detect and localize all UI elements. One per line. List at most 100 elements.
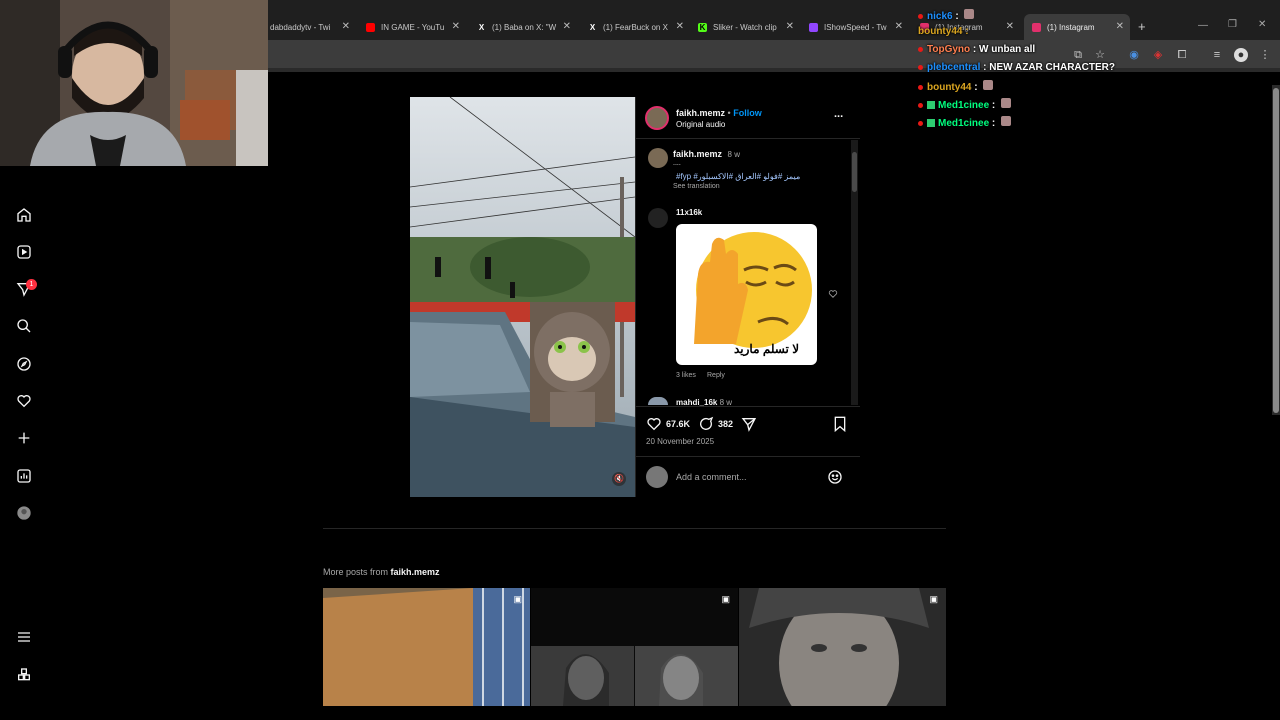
- window-close-icon[interactable]: ✕: [1258, 19, 1266, 30]
- chat-message: Med1cinee :: [918, 116, 1012, 129]
- extension-icon[interactable]: ◈: [1151, 48, 1165, 62]
- subscriber-badge-icon: [927, 119, 935, 128]
- panel-divider: [635, 456, 860, 457]
- browser-menu-icon[interactable]: ⋮: [1258, 48, 1272, 62]
- explore-icon[interactable]: [16, 356, 32, 372]
- profile-icon[interactable]: ●: [1234, 48, 1248, 62]
- more-posts-author[interactable]: faikh.memz: [391, 567, 440, 577]
- emoji-picker-icon[interactable]: [827, 469, 843, 485]
- comment-bubble-icon[interactable]: [698, 416, 714, 432]
- panel-divider: [635, 138, 860, 139]
- tab-close-icon[interactable]: ✕: [786, 21, 794, 32]
- tab-close-icon[interactable]: ✕: [1116, 21, 1124, 32]
- comment-reply-button[interactable]: Reply: [707, 372, 725, 379]
- more-options-icon[interactable]: ...: [834, 108, 843, 120]
- sticker-caption: لا تسلم ماريد: [734, 342, 800, 356]
- post-header: faikh.memz • Follow: [676, 108, 762, 118]
- post-date[interactable]: 20 November 2025: [646, 437, 714, 446]
- comment-author[interactable]: 11x16k: [676, 208, 702, 217]
- comments-scrollbar-thumb[interactable]: [852, 152, 857, 192]
- extensions-puzzle-icon[interactable]: ⧠: [1175, 48, 1189, 62]
- browser-tab[interactable]: dabdaddytv - Twi ✕: [270, 17, 350, 37]
- subscriber-badge-icon: [927, 101, 935, 110]
- browser-tab[interactable]: K Sliker - Watch clip ✕: [698, 17, 794, 37]
- extension-icon[interactable]: ◉: [1127, 48, 1141, 62]
- notification-badge: 1: [26, 279, 37, 290]
- browser-tab-active[interactable]: (1) Instagram ✕: [1024, 14, 1130, 40]
- comment-avatar[interactable]: [648, 397, 668, 405]
- youtube-icon: [366, 22, 375, 32]
- tab-close-icon[interactable]: ✕: [895, 21, 903, 32]
- author-username[interactable]: faikh.memz: [676, 108, 725, 118]
- tab-close-icon[interactable]: ✕: [676, 21, 684, 32]
- browser-tab[interactable]: X (1) Baba on X: "W ✕: [477, 17, 571, 37]
- caption-text: ....: [673, 160, 681, 167]
- home-icon[interactable]: [16, 207, 32, 223]
- create-plus-icon[interactable]: [16, 430, 32, 446]
- chat-username: Med1cinee: [938, 118, 990, 129]
- maximize-icon[interactable]: ❐: [1228, 19, 1237, 30]
- comment-author[interactable]: mahdi_16k: [676, 398, 717, 406]
- cast-icon[interactable]: ⧉: [1071, 48, 1085, 62]
- chat-username: Med1cinee: [938, 100, 990, 111]
- chat-badge-icon: [918, 84, 923, 90]
- more-post-thumbnail[interactable]: ▣: [531, 588, 738, 706]
- toolbar-divider: [268, 68, 1280, 72]
- thumbnail-image: [323, 588, 530, 706]
- save-bookmark-icon[interactable]: [833, 416, 847, 433]
- chat-message-overlapped: bounty44 :: [918, 26, 969, 37]
- emote-icon: [1001, 98, 1012, 108]
- share-send-icon[interactable]: [741, 416, 757, 432]
- add-comment-input[interactable]: Add a comment...: [676, 472, 747, 482]
- section-divider: [323, 528, 946, 529]
- browser-tab[interactable]: IN GAME - YouTu ✕: [366, 17, 460, 37]
- minimize-icon[interactable]: —: [1198, 20, 1208, 31]
- comment-avatar[interactable]: [648, 208, 668, 228]
- tab-label: (1) Instagram: [1047, 22, 1095, 32]
- comment-like-icon[interactable]: [828, 286, 838, 298]
- more-post-thumbnail[interactable]: ▣: [739, 588, 946, 706]
- likes-count[interactable]: 67.6K: [666, 419, 690, 429]
- emote-icon: [964, 9, 975, 19]
- caption-avatar[interactable]: [648, 148, 668, 168]
- author-avatar[interactable]: [645, 106, 669, 130]
- search-icon[interactable]: [16, 318, 32, 334]
- dashboard-icon[interactable]: [16, 468, 32, 484]
- caption-hashtags[interactable]: #fyp #ميمز #فولو #العراق #الاكسبلور: [676, 172, 800, 181]
- reels-icon[interactable]: [16, 244, 32, 260]
- original-audio-link[interactable]: Original audio: [676, 120, 725, 129]
- chat-message: nick6 :: [918, 9, 975, 22]
- profile-avatar[interactable]: [16, 505, 32, 521]
- new-tab-button[interactable]: +: [1138, 19, 1146, 34]
- more-posts-prefix: More posts from: [323, 567, 391, 577]
- chat-username: plebcentral: [927, 62, 981, 73]
- notifications-heart-icon[interactable]: [16, 393, 32, 409]
- see-translation-link[interactable]: See translation: [673, 183, 720, 190]
- tab-close-icon[interactable]: ✕: [452, 21, 460, 32]
- caption-age: 8 w: [727, 150, 740, 159]
- follow-button[interactable]: Follow: [733, 108, 762, 118]
- bookmark-star-icon[interactable]: ☆: [1093, 48, 1107, 62]
- caption-author[interactable]: faikh.memz: [673, 149, 722, 159]
- x-icon: X: [589, 22, 596, 32]
- tab-close-icon[interactable]: ✕: [342, 21, 350, 32]
- more-post-thumbnail[interactable]: ▣: [323, 588, 530, 706]
- reel-icon: ▣: [513, 594, 522, 604]
- tab-close-icon[interactable]: ✕: [563, 21, 571, 32]
- webcam-overlay: [0, 0, 268, 166]
- also-from-meta-icon[interactable]: [16, 667, 32, 683]
- like-heart-icon[interactable]: [646, 416, 662, 432]
- mute-toggle-icon[interactable]: 🔇: [612, 472, 626, 486]
- media-control-icon[interactable]: ≡: [1210, 48, 1224, 62]
- emote-icon: [983, 80, 994, 90]
- comments-count[interactable]: 382: [718, 419, 733, 429]
- comment-likes[interactable]: 3 likes: [676, 372, 696, 379]
- page-scrollbar-thumb[interactable]: [1273, 88, 1279, 413]
- tab-close-icon[interactable]: ✕: [1006, 21, 1014, 32]
- post-video[interactable]: [410, 97, 635, 497]
- browser-tab[interactable]: IShowSpeed - Tw ✕: [809, 17, 903, 37]
- browser-tab[interactable]: X (1) FearBuck on X ✕: [588, 17, 684, 37]
- chat-badge-icon: [918, 64, 923, 70]
- x-icon: X: [478, 22, 485, 32]
- menu-icon[interactable]: [16, 629, 32, 645]
